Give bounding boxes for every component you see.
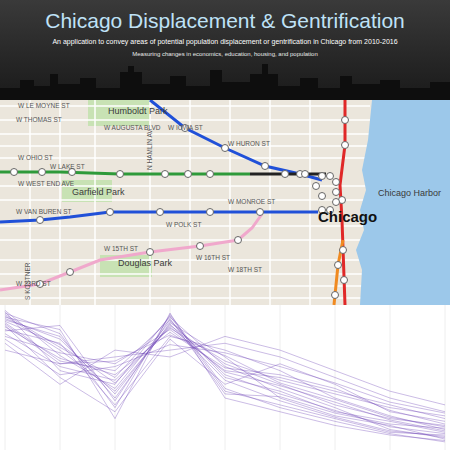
station-marker[interactable] bbox=[107, 209, 114, 216]
street-label: W POLK ST bbox=[166, 221, 201, 228]
series-line[interactable] bbox=[5, 339, 445, 413]
chart-canvas[interactable] bbox=[0, 305, 450, 450]
station-marker[interactable] bbox=[342, 142, 349, 149]
series-line[interactable] bbox=[5, 319, 445, 429]
series-line[interactable] bbox=[5, 312, 445, 435]
street bbox=[0, 199, 370, 201]
app-subtitle: An application to convey areas of potent… bbox=[52, 37, 397, 47]
station-marker[interactable] bbox=[340, 247, 347, 254]
series-line[interactable] bbox=[5, 324, 445, 427]
station-marker[interactable] bbox=[282, 171, 289, 178]
series-line[interactable] bbox=[5, 313, 445, 442]
street-label: W 23RD ST bbox=[16, 280, 51, 287]
lake bbox=[356, 100, 450, 305]
street bbox=[0, 273, 370, 275]
skyline-photo bbox=[0, 64, 450, 100]
station-marker[interactable] bbox=[341, 277, 348, 284]
header-text: Chicago Displacement & Gentrification An … bbox=[0, 0, 450, 59]
station-marker[interactable] bbox=[185, 171, 192, 178]
street-label: W VAN BUREN ST bbox=[16, 208, 72, 215]
street-label: W HURON ST bbox=[228, 140, 270, 147]
series-line[interactable] bbox=[5, 316, 445, 426]
station-marker[interactable] bbox=[147, 249, 154, 256]
station-marker[interactable] bbox=[37, 217, 44, 224]
station-marker[interactable] bbox=[333, 189, 340, 196]
place-label: Garfield Park bbox=[72, 187, 125, 197]
station-marker[interactable] bbox=[319, 173, 326, 180]
station-marker[interactable] bbox=[333, 199, 340, 206]
app-title: Chicago Displacement & Gentrification bbox=[45, 8, 405, 34]
station-marker[interactable] bbox=[319, 193, 326, 200]
station-marker[interactable] bbox=[333, 179, 340, 186]
station-marker[interactable] bbox=[327, 173, 334, 180]
place-label: Chicago bbox=[318, 208, 377, 225]
street-label: W 16TH ST bbox=[196, 254, 230, 261]
street bbox=[0, 259, 370, 261]
series-line[interactable] bbox=[5, 336, 445, 405]
parallel-coordinates-chart[interactable] bbox=[0, 305, 450, 450]
series-line[interactable] bbox=[5, 321, 445, 431]
station-marker[interactable] bbox=[207, 209, 214, 216]
station-marker[interactable] bbox=[335, 262, 342, 269]
place-label: Douglas Park bbox=[118, 258, 173, 268]
header: Chicago Displacement & Gentrification An … bbox=[0, 0, 450, 100]
place-label: Chicago Harbor bbox=[378, 188, 441, 198]
station-marker[interactable] bbox=[207, 171, 214, 178]
station-marker[interactable] bbox=[235, 237, 242, 244]
street-label: W 18TH ST bbox=[228, 266, 262, 273]
series-line[interactable] bbox=[5, 313, 445, 440]
street bbox=[309, 100, 311, 305]
map-canvas[interactable]: W LE MOYNE STHumboldt ParkW THOMAS STW A… bbox=[0, 100, 450, 305]
street-label: W MONROE ST bbox=[228, 198, 275, 205]
street bbox=[0, 285, 370, 287]
chart-axis bbox=[390, 305, 391, 450]
street bbox=[0, 145, 370, 147]
map[interactable]: W LE MOYNE STHumboldt ParkW THOMAS STW A… bbox=[0, 100, 450, 305]
street bbox=[0, 133, 370, 135]
transit-line bbox=[0, 214, 262, 290]
series-line[interactable] bbox=[5, 320, 445, 432]
street bbox=[0, 297, 370, 299]
series-line[interactable] bbox=[5, 319, 445, 437]
station-marker[interactable] bbox=[262, 163, 269, 170]
street-label: W WEST END AVE bbox=[18, 180, 75, 187]
app-tagline: Measuring changes in economics, educatio… bbox=[132, 50, 317, 59]
street-label: W THOMAS ST bbox=[16, 116, 62, 123]
station-marker[interactable] bbox=[302, 171, 309, 178]
station-marker[interactable] bbox=[162, 171, 169, 178]
street-label: S KOSTNER bbox=[24, 262, 31, 300]
place-label: Humboldt Park bbox=[108, 106, 168, 116]
station-marker[interactable] bbox=[197, 243, 204, 250]
station-marker[interactable] bbox=[117, 171, 124, 178]
street bbox=[0, 239, 370, 241]
app: Chicago Displacement & Gentrification An … bbox=[0, 0, 450, 450]
street bbox=[94, 100, 96, 305]
series-line[interactable] bbox=[5, 310, 445, 433]
street bbox=[0, 157, 370, 159]
transit-line bbox=[150, 100, 322, 180]
street-label: N HAMLIN AV bbox=[146, 129, 153, 170]
station-marker[interactable] bbox=[257, 209, 264, 216]
street-label: W IOWA ST bbox=[168, 124, 203, 131]
station-marker[interactable] bbox=[157, 209, 164, 216]
series-line[interactable] bbox=[5, 314, 445, 437]
street-label: W 15TH ST bbox=[104, 245, 138, 252]
station-marker[interactable] bbox=[332, 292, 339, 299]
street-label: W LE MOYNE ST bbox=[18, 102, 70, 109]
station-marker[interactable] bbox=[313, 183, 320, 190]
station-marker[interactable] bbox=[342, 117, 349, 124]
station-marker[interactable] bbox=[67, 269, 74, 276]
street-label: W LAKE ST bbox=[50, 163, 85, 170]
street-label: W OHIO ST bbox=[18, 154, 53, 161]
station-marker[interactable] bbox=[11, 169, 18, 176]
series-line[interactable] bbox=[5, 327, 445, 424]
station-marker[interactable] bbox=[39, 169, 46, 176]
